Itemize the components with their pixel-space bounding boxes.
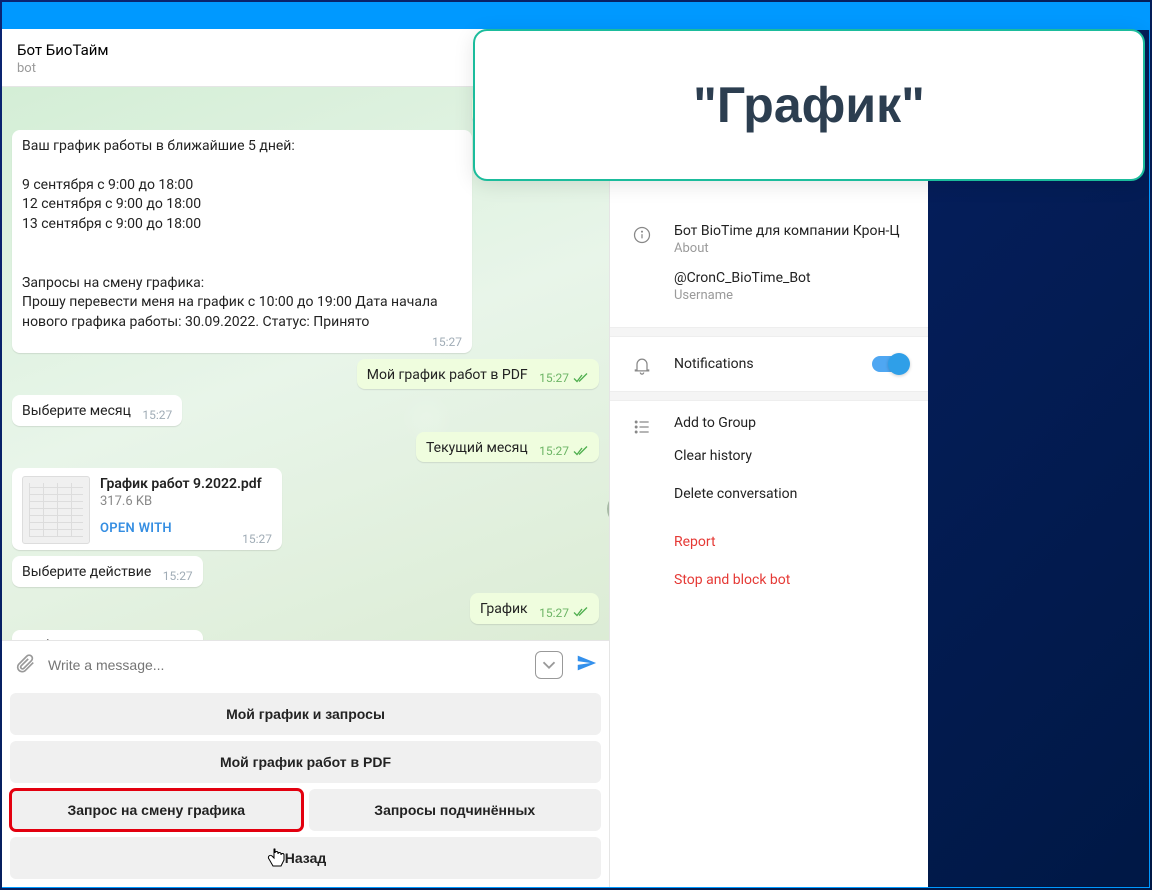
message-in: Выберите действие 15:27 [12,556,599,587]
message-out: Мой график работ в PDF 15:27 [12,359,599,390]
info-username-label: Username [674,288,908,303]
kb-schedule-pdf[interactable]: Мой график работ в PDF [10,741,601,783]
file-size: 317.6 KB [100,494,272,509]
message-in: Выберите месяц 15:27 [12,395,599,426]
bot-keyboard: Мой график и запросы Мой график работ в … [2,689,609,887]
notifications-label: Notifications [674,356,852,372]
callout-overlay: "График" [473,29,1145,181]
message-time: 15:27 [539,371,569,385]
file-name: График работ 9.2022.pdf [100,476,272,492]
message-input[interactable] [48,657,523,673]
callout-text: "График" [693,76,925,134]
window-title-bar [3,3,1149,30]
info-about-text: Бот BioTime для компании Крон-Ц [674,223,908,239]
message-text: Выберите действие [22,564,151,580]
add-to-group[interactable]: Add to Group [674,415,756,431]
message-text: Выберите действие [22,638,151,641]
stop-block-bot[interactable]: Stop and block bot [610,561,928,599]
delete-conversation[interactable]: Delete conversation [610,475,928,513]
message-time: 15:27 [539,444,569,458]
divider [610,391,928,401]
message-in: Выберите действие 15:27 [12,630,599,641]
message-file: График работ 9.2022.pdf 317.6 KB OPEN WI… [12,468,599,550]
info-about-label: About [674,241,908,256]
message-text: Мой график работ в PDF [367,367,528,383]
info-username[interactable]: @CronC_BioTime_Bot [674,270,908,286]
read-checks-icon [573,607,589,618]
kb-my-schedule-requests[interactable]: Мой график и запросы [10,693,601,735]
kb-subordinate-requests[interactable]: Запросы подчинённых [309,789,602,831]
message-text: Ваш график работы в ближайшие 5 дней: 9 … [22,137,462,333]
file-thumbnail[interactable] [22,476,90,544]
report[interactable]: Report [610,523,928,561]
forward-button[interactable] [607,492,609,526]
attach-icon[interactable] [14,652,36,678]
input-bar [2,640,609,689]
read-checks-icon [573,446,589,457]
message-text: Выберите месяц [22,403,131,419]
info-icon [630,223,654,245]
bot-commands-icon[interactable] [535,651,563,679]
message-time: 15:27 [242,532,272,546]
kb-back[interactable]: Назад [10,837,601,879]
message-time: 15:27 [539,606,569,620]
menu-icon [630,415,654,437]
send-icon[interactable] [575,652,597,678]
divider [610,327,928,337]
message-text: Текущий месяц [426,440,528,456]
bell-icon [630,353,654,375]
message-time: 15:27 [163,569,193,583]
kb-request-schedule-change[interactable]: Запрос на смену графика [10,789,303,831]
message-out: График 15:27 [12,593,599,624]
message-out: Текущий месяц 15:27 [12,432,599,463]
notifications-toggle[interactable] [872,356,908,372]
message-text: График [480,601,528,617]
message-time: 15:27 [142,408,172,422]
message-time: 15:27 [432,335,462,349]
read-checks-icon [573,373,589,384]
clear-history[interactable]: Clear history [610,437,928,475]
